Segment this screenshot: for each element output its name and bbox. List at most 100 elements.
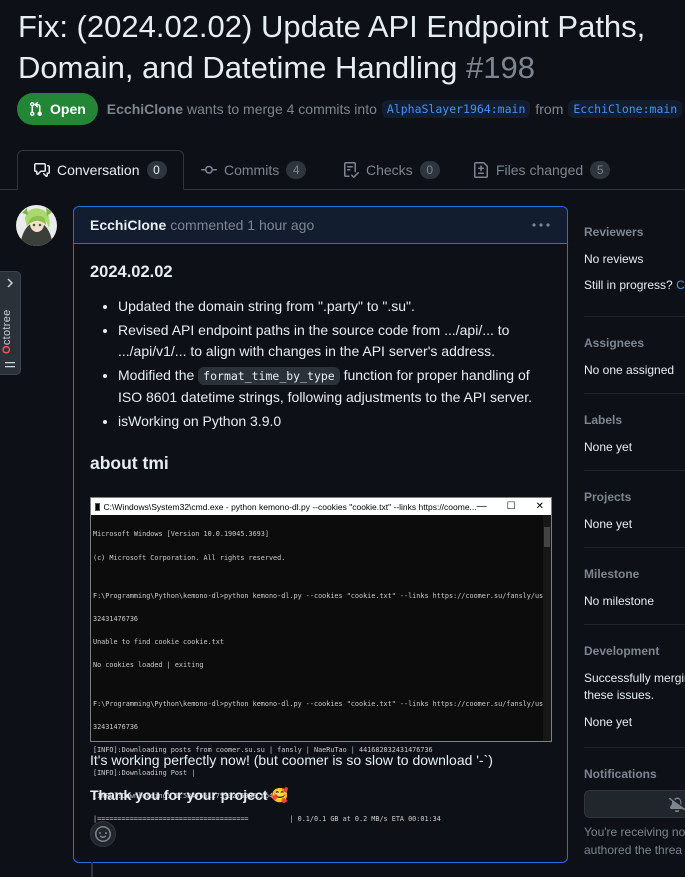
comment-paragraph-bold: Thank you for your project 🥰 (90, 787, 289, 803)
inline-code: format_time_by_type (198, 367, 340, 385)
in-progress-text: Still in progress? Co (584, 278, 685, 292)
terminal-line: Microsoft Windows [Version 10.0.19045.36… (93, 530, 269, 539)
window-controls: — ☐ ✕ (477, 501, 547, 512)
tab-counter: 0 (419, 161, 440, 179)
tab-files-changed[interactable]: Files changed 5 (473, 150, 611, 190)
list-item: Revised API endpoint paths in the source… (118, 320, 551, 362)
status-label: Open (50, 101, 86, 117)
add-reaction-button[interactable] (90, 821, 116, 847)
terminal-line: No cookies loaded | exiting (93, 661, 204, 670)
terminal-line: |===================================== |… (93, 815, 441, 824)
octotree-label-rest: ctotree (1, 309, 13, 346)
git-commit-icon (201, 165, 217, 174)
tab-label: Files changed (496, 162, 584, 178)
comment-author[interactable]: EcchiClone (90, 217, 166, 233)
tab-counter: 4 (286, 161, 307, 179)
merge-summary: EcchiClone wants to merge 4 commits into… (107, 100, 685, 118)
list-item: Modified the format_time_by_type functio… (118, 365, 551, 408)
sidebar-value: No milestone (584, 594, 655, 608)
pr-status-row: Open EcchiClone wants to merge 4 commits… (17, 93, 685, 125)
sidebar-heading[interactable]: Development (584, 644, 685, 658)
merge-text: wants to merge 4 commits into (187, 101, 377, 117)
comment-heading: 2024.02.02 (90, 263, 173, 281)
pr-title-text: Fix: (2024.02.02) Update API Endpoint Pa… (18, 9, 646, 85)
sidebar-reviewers: Reviewers No reviews Still in progress? … (584, 225, 685, 292)
terminal-line: F:\Programming\Python\kemono-dl>python k… (93, 699, 551, 708)
pr-title: Fix: (2024.02.02) Update API Endpoint Pa… (18, 6, 678, 88)
chevron-right-icon (7, 278, 14, 288)
comment-paragraph: It's working perfectly now! (but coomer … (90, 752, 493, 768)
avatar[interactable] (16, 205, 57, 246)
in-progress-label: Still in progress? (584, 278, 673, 292)
tab-conversation[interactable]: Conversation 0 (17, 150, 184, 190)
octotree-label: Octotree (1, 309, 13, 354)
tab-label: Checks (366, 162, 413, 178)
maximize-icon: ☐ (506, 501, 516, 512)
sidebar-divider (584, 624, 685, 625)
tab-counter: 0 (146, 161, 167, 179)
list-item-text: isWorking on Python 3.9.0 (118, 413, 282, 429)
terminal-line: 32431476736 (93, 615, 139, 624)
notifications-reason: You're receiving no authored the threa (584, 825, 685, 857)
list-item-text: Updated the domain string from ".party" … (118, 298, 415, 314)
terminal-line: Unable to find cookie cookie.txt (93, 638, 224, 647)
pull-request-icon (30, 101, 42, 116)
convert-to-draft-link[interactable]: Co (676, 278, 685, 292)
from-text: from (535, 101, 564, 117)
sidebar-heading[interactable]: Projects (584, 490, 685, 504)
tab-counter: 5 (590, 161, 611, 179)
list-item: Updated the domain string from ".party" … (118, 296, 551, 317)
sidebar-value: No reviews (584, 252, 644, 266)
avatar-image (16, 205, 57, 246)
smiley-icon (95, 826, 111, 842)
sidebar-heading[interactable]: Milestone (584, 567, 685, 581)
comment-meta[interactable]: commented 1 hour ago (170, 217, 314, 233)
sidebar-heading[interactable]: Assignees (584, 336, 685, 350)
terminal-titlebar: C:\Windows\System32\cmd.exe - python kem… (91, 498, 551, 515)
sidebar-notifications: Notifications (584, 767, 685, 781)
terminal-icon (95, 502, 100, 511)
sidebar-divider (584, 316, 685, 317)
tab-checks[interactable]: Checks 0 (343, 150, 440, 190)
octotree-toggle[interactable]: Octotree (0, 271, 21, 375)
list-item-text: Revised API endpoint paths in the source… (118, 322, 510, 359)
terminal-scrollbar (543, 515, 551, 741)
sidebar-divider (584, 393, 685, 394)
sidebar-value: Successfully mergin these issues. (584, 671, 685, 702)
list-item-text: Modified the (118, 367, 195, 383)
sidebar-projects: Projects None yet (584, 490, 685, 531)
checklist-icon (344, 162, 359, 178)
comment-body: 2024.02.02 Updated the domain string fro… (74, 262, 567, 474)
timeline-line (91, 862, 93, 877)
terminal-line: F:\Programming\Python\kemono-dl>python k… (93, 592, 551, 601)
file-diff-icon (474, 162, 488, 178)
sidebar-assignees: Assignees No one assigned (584, 336, 685, 377)
comment-heading: about tmi (90, 453, 169, 473)
menu-icon (5, 362, 15, 368)
tab-label: Conversation (57, 162, 140, 178)
minimize-icon: — (476, 501, 487, 512)
kebab-menu-icon[interactable] (531, 217, 551, 233)
terminal-line: [INFO]:Downloading Post | (93, 769, 196, 778)
sidebar-value: None yet (584, 440, 633, 454)
sidebar-divider (584, 547, 685, 548)
bell-slash-icon (669, 797, 685, 812)
sidebar-heading[interactable]: Labels (584, 413, 685, 427)
sidebar-labels: Labels None yet (584, 413, 685, 454)
tab-label: Commits (224, 162, 280, 178)
terminal-title: C:\Windows\System32\cmd.exe - python kem… (103, 501, 477, 512)
pr-author-link[interactable]: EcchiClone (107, 101, 183, 117)
notifications-subscribe-button[interactable] (584, 790, 685, 818)
pr-number: #198 (466, 50, 535, 85)
sidebar-heading[interactable]: Reviewers (584, 225, 685, 239)
status-badge: Open (17, 93, 98, 125)
sidebar-development: Development Successfully mergin these iss… (584, 644, 685, 729)
tab-commits[interactable]: Commits 4 (201, 150, 307, 190)
change-list: Updated the domain string from ".party" … (90, 296, 551, 432)
base-branch[interactable]: AlphaSlayer1964:main (381, 100, 531, 118)
terminal-screenshot[interactable]: C:\Windows\System32\cmd.exe - python kem… (90, 497, 552, 823)
sidebar-divider (584, 747, 685, 748)
close-icon: ✕ (535, 501, 544, 512)
sidebar-divider (584, 470, 685, 471)
head-branch[interactable]: EcchiClone:main (568, 100, 683, 118)
